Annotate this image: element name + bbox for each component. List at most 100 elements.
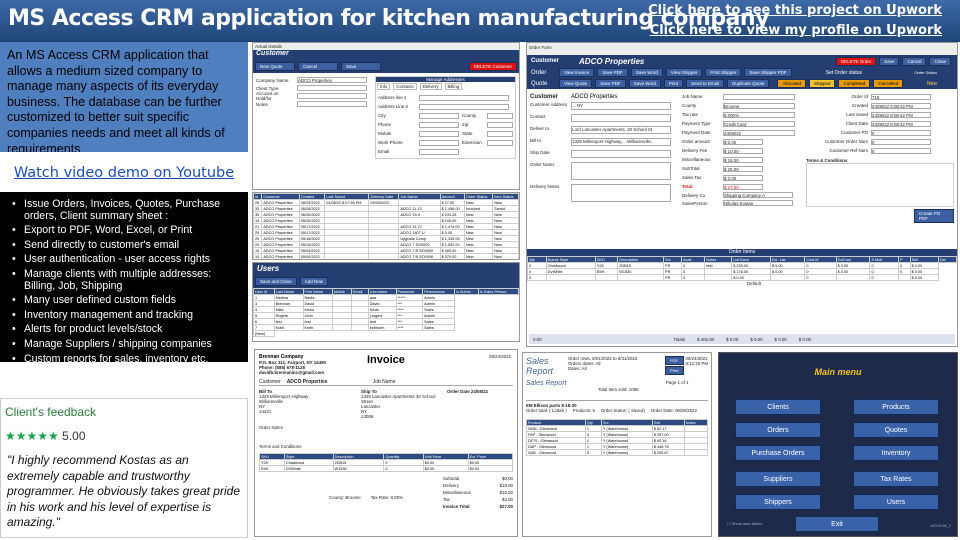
order-right-input[interactable]: 716 xyxy=(871,93,931,100)
order-mid-input[interactable]: $ 25.00 xyxy=(723,165,763,172)
order-total: Order total: ( Lottab ) xyxy=(526,408,567,413)
users-button-0[interactable]: Save and Close xyxy=(255,277,297,286)
status-toggle-0[interactable]: Allocated xyxy=(777,79,806,88)
print-button[interactable]: Print xyxy=(665,366,684,375)
order-top-button-1[interactable]: Save xyxy=(879,56,900,66)
order-mid-input[interactable]: $ 10.00 xyxy=(723,147,763,154)
status-toggle-3[interactable]: Cancelled xyxy=(873,79,904,88)
order-mid-input[interactable]: $ 27.00 xyxy=(723,183,763,190)
address-right-input[interactable] xyxy=(487,130,513,137)
youtube-link[interactable]: Watch video demo on Youtube xyxy=(0,152,248,192)
order-mid-input[interactable] xyxy=(723,93,795,100)
quote-button-0[interactable]: View Quote xyxy=(559,79,593,88)
menu-button-purchase-orders[interactable]: Purchase Orders xyxy=(735,445,821,461)
order-top-button-0[interactable]: DELETE Order xyxy=(835,56,877,66)
address-tab-2[interactable]: Delivery xyxy=(419,83,442,90)
table-row[interactable]: 0 PR 0 $ 0.00 0 0 $ 0.00 xyxy=(527,274,957,281)
users-button-1[interactable]: Add New xyxy=(299,277,329,286)
status-toggle-2[interactable]: Completed xyxy=(838,79,871,88)
address-tab-1[interactable]: Contacts xyxy=(393,83,417,90)
order-button-1[interactable]: Save PDF xyxy=(597,68,628,77)
quote-button-3[interactable]: Print xyxy=(663,79,684,88)
address-field-input[interactable] xyxy=(419,121,459,128)
menu-button-shippers[interactable]: Shippers xyxy=(735,494,821,510)
order-mid-input[interactable]: Credit Card xyxy=(723,120,795,127)
address-field-input[interactable] xyxy=(419,103,509,110)
order-right-input[interactable]: 0 xyxy=(871,129,931,136)
order-top-button-2[interactable]: Cancel xyxy=(902,56,927,66)
order-left-label: Customer Address xyxy=(530,102,568,107)
order-top-button-3[interactable]: Close xyxy=(929,56,951,66)
customer-field-input[interactable] xyxy=(297,93,367,99)
menu-button-clients[interactable]: Clients xyxy=(735,399,821,415)
table-row[interactable]: E5H DVWhite W1530 0 $0.00 $0.00 xyxy=(259,465,514,472)
customer-button-3[interactable]: DELETE Customer xyxy=(468,62,517,71)
order-mid-input[interactable]: $ 0.00 xyxy=(723,138,763,145)
order-left-input[interactable] xyxy=(571,162,671,180)
salesperson-select[interactable]: Nikolas Kostas xyxy=(723,200,793,206)
table-cell: ADCO 7 B SO0006 xyxy=(399,260,440,261)
customer-field-input[interactable]: ADCO Properties xyxy=(297,77,367,83)
address-field-input[interactable] xyxy=(419,94,509,101)
customer-button-0[interactable]: New Quote xyxy=(255,62,295,71)
customer-button-2[interactable]: Save xyxy=(341,62,381,71)
menu-button-users[interactable]: Users xyxy=(853,494,939,510)
table-row[interactable]: 11ADCO Properties05/04/2022 ADCO 7 B SO00… xyxy=(254,260,519,261)
order-left-input[interactable]: 1325 Millersport Highway,... Williamsvil… xyxy=(571,138,671,146)
menu-button-tax-rates[interactable]: Tax Rates xyxy=(853,471,939,487)
address-field-input[interactable] xyxy=(419,112,459,119)
status-toggle-1[interactable]: Shipped xyxy=(808,79,836,88)
menu-button-quotes[interactable]: Quotes xyxy=(853,422,939,438)
menu-button-inventory[interactable]: Inventory xyxy=(853,445,939,461)
address-field-input[interactable] xyxy=(419,130,459,137)
address-tab-0[interactable]: Info xyxy=(377,83,391,90)
order-button-2[interactable]: Save Word xyxy=(630,68,663,77)
create-po-button[interactable]: Create PO PDF xyxy=(914,209,954,223)
order-mid-input[interactable]: 8.000% xyxy=(723,111,795,118)
address-field-input[interactable] xyxy=(419,139,459,146)
order-left-input[interactable]: ... NY xyxy=(571,102,671,110)
customer-field-input[interactable] xyxy=(297,101,367,107)
order-button-4[interactable]: Print Shipper xyxy=(705,68,742,77)
order-right-input[interactable]: 24/08/22 8:08:42 PM xyxy=(871,120,931,127)
customer-button-1[interactable]: Cancel xyxy=(298,62,338,71)
upwork-profile-link[interactable]: Click here to view my profile on Upwork xyxy=(650,23,942,38)
menu-button-products[interactable]: Products xyxy=(853,399,939,415)
menu-button-suppliers[interactable]: Suppliers xyxy=(735,471,821,487)
address-right-input[interactable] xyxy=(487,112,513,119)
table-row[interactable]: SAB - Glenwood 5 Y (Warehouse) $ 255.67 xyxy=(526,449,709,456)
table-row[interactable]: 7 Kraft Keith keithorm **** Sales xyxy=(253,324,519,331)
order-right-input[interactable]: 0 xyxy=(871,147,931,154)
address-field-input[interactable] xyxy=(419,148,459,155)
order-button-0[interactable]: View Invoice xyxy=(559,68,595,77)
show-tables-checkbox[interactable]: ☐ Show data tables xyxy=(727,521,762,526)
address-right-input[interactable] xyxy=(487,121,513,128)
order-right-input[interactable]: 24/08/22 6:08:42 PM xyxy=(871,102,931,109)
order-mid-input[interactable]: $ 2.00 xyxy=(723,174,763,181)
menu-button-orders[interactable]: Orders xyxy=(735,422,821,438)
quote-button-2[interactable]: Save Word xyxy=(628,79,661,88)
order-right-input[interactable]: 24/08/22 8:08:42 PM xyxy=(871,111,931,118)
order-left-input[interactable] xyxy=(571,114,671,122)
quote-button-1[interactable]: Save PDF xyxy=(595,79,626,88)
order-button-3[interactable]: View Shipper xyxy=(665,68,703,77)
order-left-input[interactable] xyxy=(571,150,671,158)
pdf-button[interactable]: PDF xyxy=(665,356,684,365)
order-left-input[interactable]: Lord Lancaster Apartments, 30 School St xyxy=(571,126,671,134)
address-right-input[interactable] xyxy=(487,139,513,146)
delivery-co-select[interactable]: Shipping Company A xyxy=(723,192,793,198)
order-button-5[interactable]: Save Shipper PDF xyxy=(744,68,792,77)
order-left-input[interactable] xyxy=(571,184,671,202)
quote-button-4[interactable]: Send to Email xyxy=(686,79,725,88)
quote-button-5[interactable]: Duplicate Quote xyxy=(727,79,770,88)
upwork-project-link[interactable]: Click here to see this project on Upwork xyxy=(648,3,942,18)
order-right-input[interactable]: 0 xyxy=(871,138,931,145)
order-mid-input[interactable]: Broome xyxy=(723,102,795,109)
address-tab-3[interactable]: Billing xyxy=(444,83,463,90)
exit-button[interactable]: Exit xyxy=(795,516,879,532)
order-mid-input[interactable]: 24/08/22 xyxy=(723,129,795,136)
order-right-row: Last saved 24/08/22 8:08:42 PM xyxy=(806,110,954,119)
new-row[interactable]: (New) xyxy=(253,330,519,337)
customer-field-input[interactable] xyxy=(297,85,367,91)
order-mid-input[interactable]: $ 15.00 xyxy=(723,156,763,163)
